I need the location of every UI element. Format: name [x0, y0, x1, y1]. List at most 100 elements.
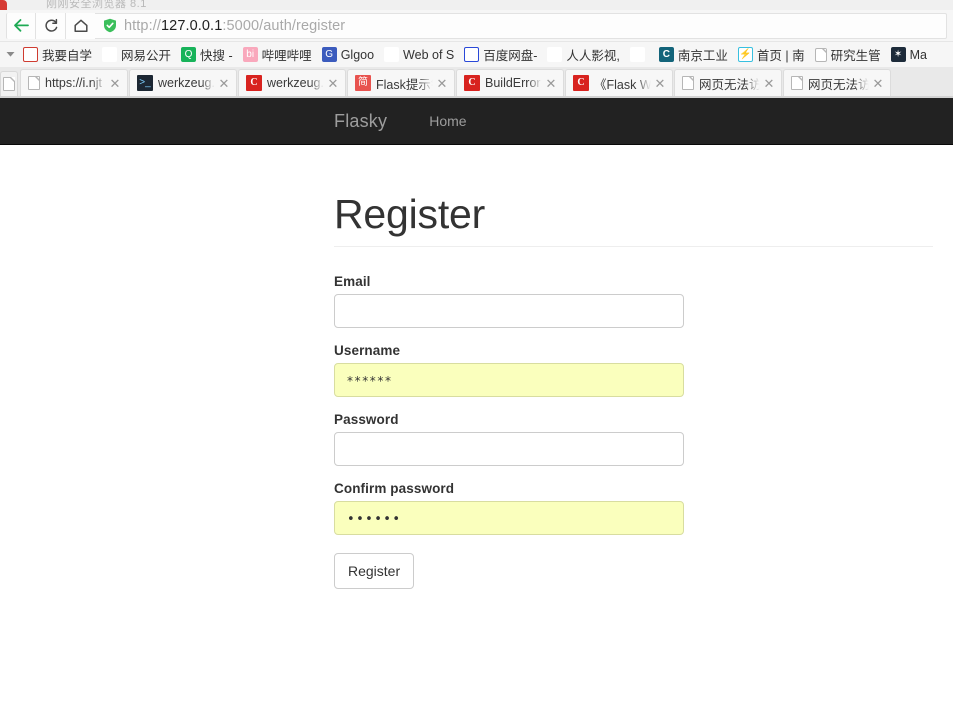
page-header: Register: [334, 145, 933, 248]
bookmark-label: Glgoo: [340, 47, 375, 62]
browser-tab[interactable]: 网页无法访 ✕: [783, 69, 891, 96]
url-scheme: http://: [124, 17, 161, 34]
bookmark-item[interactable]: 熊百度网盘-: [459, 44, 542, 66]
bookmark-label: 快搜 -: [200, 49, 233, 63]
shield-icon: [103, 18, 117, 33]
tab-close-icon[interactable]: ✕: [107, 77, 123, 90]
confirm-password-field[interactable]: ••••••: [334, 501, 684, 536]
email-field[interactable]: [334, 294, 684, 329]
browser-tab[interactable]: >_ werkzeug.r ✕: [129, 69, 237, 96]
register-submit-button[interactable]: Register: [334, 553, 415, 590]
reload-icon: [44, 18, 57, 32]
csdn-favicon: C: [464, 75, 480, 91]
tab-close-icon[interactable]: ✕: [761, 77, 777, 90]
page-container: Register Email Username ****** Password Conf…: [0, 145, 953, 590]
url-host: 127.0.0.1: [160, 17, 223, 34]
tab-label: werkzeug.r: [267, 76, 325, 90]
bookmark-item[interactable]: Q 快搜 -: [176, 44, 238, 66]
tab-strip: https://i.njt ✕ >_ werkzeug.r ✕ Cwerkzeug.r ✕ 简…: [0, 68, 953, 98]
chevron-down-icon[interactable]: [2, 45, 18, 65]
netease-favicon: 易: [102, 47, 118, 62]
url-path: :5000/auth/register: [222, 17, 346, 34]
glgoo-favicon: G: [321, 47, 337, 62]
page-favicon: [791, 76, 803, 90]
matlab-favicon: ✶: [890, 47, 906, 62]
page-favicon: [3, 77, 15, 91]
site-navbar: Flasky Home: [0, 98, 953, 145]
diamond-favicon: ◆: [629, 47, 645, 62]
bookmark-item[interactable]: 易网易公开: [97, 44, 176, 66]
form-group: Password: [334, 412, 684, 467]
bookmark-item[interactable]: 人人人影视,: [542, 44, 624, 66]
password-field[interactable]: [334, 432, 684, 467]
bookmark-item[interactable]: ⚡ 首页 | 南: [733, 44, 810, 66]
tab-label: https://i.njt: [45, 76, 102, 90]
email-field-label: Email: [334, 274, 371, 290]
bookmark-label: 百度网盘-: [483, 49, 538, 63]
bookmark-item[interactable]: G Glgoo: [317, 44, 379, 66]
tab-label: 《Flask We: [594, 77, 652, 92]
bookmark-item[interactable]: ◆: [625, 44, 654, 66]
bookmark-item[interactable]: 研究生管: [810, 44, 886, 66]
back-button[interactable]: [6, 12, 36, 39]
browser-tab[interactable]: Cwerkzeug.r ✕: [238, 69, 346, 96]
window-title-text: 刚刚安全浏览器 8.1: [46, 0, 147, 10]
back-arrow-icon: [13, 19, 29, 32]
url-text: http://127.0.0.1:5000/auth/register: [124, 18, 345, 34]
page-favicon: [28, 76, 40, 90]
address-bar[interactable]: http://127.0.0.1:5000/auth/register: [95, 12, 947, 39]
terminal-favicon: >_: [137, 75, 153, 91]
browser-tab[interactable]: 网页无法访 ✕: [674, 69, 782, 96]
page-viewport: Flasky Home Register Email Username ******…: [0, 98, 953, 714]
username-field-value: ******: [347, 374, 393, 389]
browser-tab[interactable]: C 《Flask We ✕: [565, 69, 673, 96]
tab-close-icon[interactable]: ✕: [325, 77, 341, 90]
tab-close-icon[interactable]: ✕: [870, 77, 886, 90]
browser-toolbar: http://127.0.0.1:5000/auth/register: [0, 10, 953, 42]
tab-label: 网页无法访: [699, 77, 761, 92]
tab-partial-offscreen[interactable]: [0, 71, 18, 96]
username-field-label: Username: [334, 343, 401, 359]
form-group: Username ******: [334, 343, 684, 398]
bookmark-item[interactable]: ✶ Ma: [886, 44, 932, 66]
tab-close-icon[interactable]: ✕: [543, 77, 559, 90]
home-icon: [73, 19, 88, 32]
confirm-password-field-value: ••••••: [347, 512, 402, 528]
page-favicon: [682, 76, 694, 90]
bookmark-label: Web of S: [403, 47, 455, 62]
password-field-label: Password: [334, 412, 399, 428]
reload-button[interactable]: [36, 12, 66, 39]
browser-tab[interactable]: https://i.njt ✕: [20, 69, 128, 96]
bookmark-item[interactable]: ◖ Web of S: [379, 44, 459, 66]
tab-close-icon[interactable]: ✕: [216, 77, 232, 90]
page-favicon: [814, 47, 827, 62]
bookmark-item[interactable]: C 南京工业: [654, 44, 733, 66]
tab-label: werkzeug.r: [158, 76, 216, 90]
navbar-link-home[interactable]: Home: [414, 113, 481, 129]
tab-label: 网页无法访: [808, 77, 870, 92]
jianshu-favicon: 简: [355, 75, 371, 91]
home-button[interactable]: [66, 12, 96, 39]
bookmark-item[interactable]: bi 哔哩哔哩: [238, 44, 317, 66]
browser-tab[interactable]: C BuildError: ✕: [456, 69, 564, 96]
browser-tab[interactable]: 简 Flask提示错✕: [347, 69, 455, 96]
browser-window: 刚刚安全浏览器 8.1 http://127.0.0.1:5000/auth/r…: [0, 0, 953, 714]
username-field[interactable]: ******: [334, 363, 684, 398]
csdn-favicon: C: [246, 75, 262, 91]
bookmark-label: 我要自学: [42, 49, 93, 63]
kuaisou-favicon: Q: [181, 47, 197, 62]
navigation-buttons: [6, 12, 96, 39]
form-group: Email: [334, 274, 684, 329]
baidu-pan-favicon: 熊: [464, 47, 480, 62]
navbar-brand[interactable]: Flasky: [334, 111, 402, 132]
bookmark-label: 网易公开: [121, 49, 172, 63]
yyets-favicon: 人: [547, 47, 563, 62]
confirm-password-field-label: Confirm password: [334, 481, 455, 497]
bookmark-item[interactable]: V 我要自学: [18, 44, 97, 66]
bilibili-favicon: bi: [242, 47, 258, 62]
page-title: Register: [334, 191, 486, 237]
tab-close-icon[interactable]: ✕: [652, 77, 668, 90]
tab-label: BuildError:: [485, 76, 543, 90]
web-of-science-favicon: ◖: [384, 47, 400, 62]
tab-close-icon[interactable]: ✕: [434, 77, 450, 90]
